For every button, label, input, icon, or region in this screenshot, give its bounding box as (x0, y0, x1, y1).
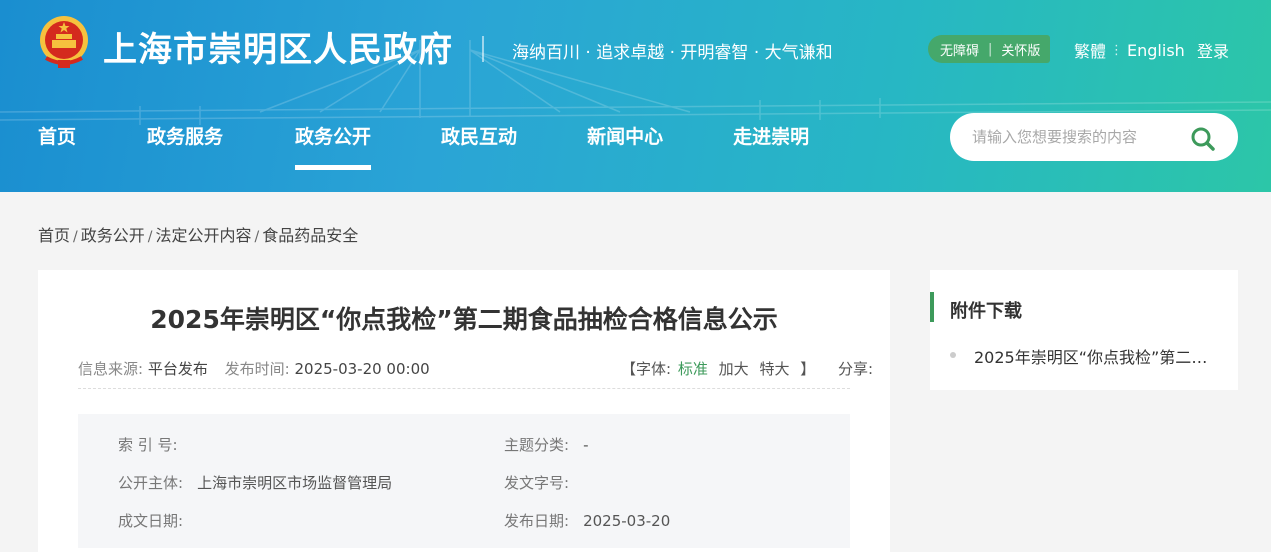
site-header: 上海市崇明区人民政府 海纳百川 · 追求卓越 · 开明睿智 · 大气谦和 无障碍… (0, 0, 1271, 192)
slogan: 海纳百川 · 追求卓越 · 开明睿智 · 大气谦和 (512, 43, 833, 63)
font-label: 【字体: (621, 360, 672, 378)
nav-item-about-chongming[interactable]: 走进崇明 (733, 122, 809, 149)
publish-date-label: 发布日期: (504, 512, 570, 530)
nav-item-services[interactable]: 政务服务 (147, 122, 223, 149)
attachment-link[interactable]: 2025年崇明区“你点我检”第二期食品抽检合格信息公示 (974, 344, 1214, 368)
font-xlarge-button[interactable]: 特大 (759, 360, 789, 378)
breadcrumb-statutory-content[interactable]: 法定公开内容 (155, 226, 251, 245)
meta-divider (78, 388, 850, 389)
breadcrumb-separator: / (254, 229, 260, 245)
written-date-row: 成文日期: (118, 510, 197, 531)
publisher-value: 上海市崇明区市场监督管理局 (197, 474, 393, 492)
publish-date-row: 发布日期: 2025-03-20 (504, 510, 670, 531)
written-date-label: 成文日期: (118, 512, 184, 530)
subject-category-label: 主题分类: (504, 436, 570, 454)
document-number-row: 发文字号: (504, 472, 583, 493)
accessibility-link[interactable]: 无障碍 (940, 40, 979, 59)
font-close: 】 (800, 360, 816, 378)
nav-item-interaction[interactable]: 政民互动 (441, 122, 517, 149)
english-link[interactable]: English (1127, 41, 1185, 60)
breadcrumb-open-government[interactable]: 政务公开 (81, 226, 145, 245)
accessibility-toolbar: 无障碍 | 关怀版 (928, 35, 1051, 63)
site-title[interactable]: 上海市崇明区人民政府 (103, 22, 453, 71)
national-emblem-icon (40, 16, 88, 68)
traditional-chinese-link[interactable]: 繁體 (1074, 38, 1106, 62)
language-separator: ⋮ (1110, 42, 1124, 58)
source-value: 平台发布 (147, 360, 208, 378)
care-mode-link[interactable]: 关怀版 (1001, 40, 1040, 59)
subject-category-value: - (583, 436, 589, 454)
login-link[interactable]: 登录 (1197, 38, 1229, 62)
attachment-title: 附件下载 (950, 301, 1022, 322)
nav-item-open-government[interactable]: 政务公开 (295, 122, 372, 170)
subject-category-row: 主题分类: - (504, 434, 588, 455)
attachment-sidebar: 附件下载 2025年崇明区“你点我检”第二期食品抽检合格信息公示 (930, 270, 1238, 390)
document-info-panel: 索 引 号: 主题分类: - 公开主体: 上海市崇明区市场监督管理局 发文字号: 成… (78, 414, 850, 548)
publisher-row: 公开主体: 上海市崇明区市场监督管理局 (118, 472, 392, 493)
search-input[interactable] (972, 125, 1182, 149)
breadcrumb-food-drug-safety[interactable]: 食品药品安全 (262, 226, 358, 245)
nav-item-news[interactable]: 新闻中心 (587, 122, 663, 149)
publisher-label: 公开主体: (118, 474, 184, 492)
language-switch: 繁體 ⋮ English (1074, 38, 1185, 62)
toolbar-separator: | (988, 41, 993, 57)
article-meta: 信息来源: 平台发布 发布时间: 2025-03-20 00:00 (78, 358, 442, 379)
publish-time-value: 2025-03-20 00:00 (294, 360, 430, 378)
share-label: 分享: (838, 360, 874, 378)
article-card: 2025年崇明区“你点我检”第二期食品抽检合格信息公示 信息来源: 平台发布 发… (38, 270, 890, 552)
nav-item-home[interactable]: 首页 (38, 122, 76, 149)
font-standard-button[interactable]: 标准 (678, 360, 708, 378)
font-large-button[interactable]: 加大 (719, 360, 749, 378)
breadcrumb-separator: / (147, 229, 153, 245)
breadcrumb: 首页 / 政务公开 / 法定公开内容 / 食品药品安全 (38, 222, 358, 246)
title-divider (482, 36, 484, 62)
index-number-label: 索 引 号: (118, 436, 178, 454)
article-title: 2025年崇明区“你点我检”第二期食品抽检合格信息公示 (150, 305, 778, 334)
breadcrumb-separator: / (73, 229, 78, 245)
document-number-label: 发文字号: (504, 474, 570, 492)
search-icon[interactable] (1190, 126, 1216, 152)
breadcrumb-home[interactable]: 首页 (38, 226, 70, 245)
source-label: 信息来源: (78, 360, 144, 378)
publish-time-label: 发布时间: (224, 360, 290, 378)
sidebar-accent-bar (930, 292, 934, 322)
index-number-row: 索 引 号: (118, 434, 192, 455)
bullet-icon (950, 352, 956, 358)
main-nav: 首页 政务服务 政务公开 政民互动 新闻中心 走进崇明 (38, 122, 809, 170)
font-size-control: 【字体: 标准 加大 特大 】 分享: (621, 358, 879, 379)
publish-date-value: 2025-03-20 (583, 512, 671, 530)
